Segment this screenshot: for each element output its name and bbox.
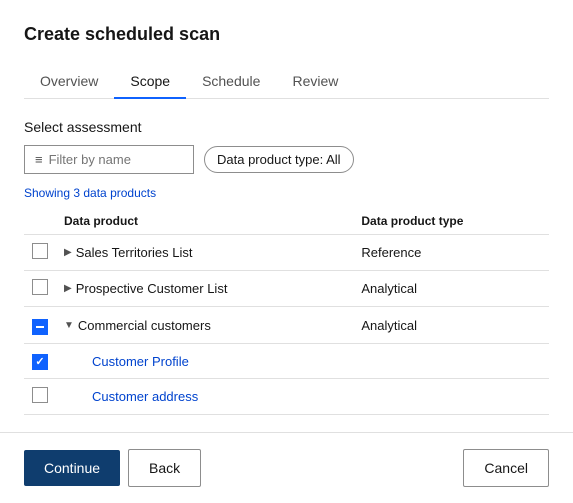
filter-icon: ≡ [35, 152, 43, 167]
data-product-type-button[interactable]: Data product type: All [204, 146, 354, 173]
row3-expander: ▼ Commercial customers [64, 318, 345, 333]
row2-type: Analytical [353, 271, 549, 307]
row3-checkbox-cell [24, 307, 56, 344]
page-container: Create scheduled scan Overview Scope Sch… [0, 0, 573, 503]
col-checkbox-header [24, 208, 56, 235]
row5-product-name-cell: Customer address [56, 378, 353, 414]
row3-product-name-cell: ▼ Commercial customers [56, 307, 353, 344]
row4-checkbox[interactable] [32, 354, 48, 370]
row2-chevron[interactable]: ▶ [64, 283, 72, 294]
tabs-nav: Overview Scope Schedule Review [24, 65, 549, 99]
cancel-button[interactable]: Cancel [463, 449, 549, 487]
tab-schedule[interactable]: Schedule [186, 65, 276, 99]
footer: Continue Back Cancel [0, 432, 573, 503]
row3-chevron[interactable]: ▼ [64, 320, 74, 331]
table-row: ▼ Commercial customers Analytical [24, 307, 549, 344]
row1-checkbox-cell [24, 235, 56, 271]
row3-type: Analytical [353, 307, 549, 344]
table-row: ▶ Prospective Customer List Analytical [24, 271, 549, 307]
row5-type [353, 378, 549, 414]
filter-row: ≡ Data product type: All [24, 145, 549, 174]
continue-button[interactable]: Continue [24, 450, 120, 486]
tab-review[interactable]: Review [276, 65, 354, 99]
row1-product-name-cell: ▶ Sales Territories List [56, 235, 353, 271]
row2-product-name: Prospective Customer List [76, 281, 228, 296]
row2-checkbox[interactable] [32, 279, 48, 295]
row5-checkbox[interactable] [32, 387, 48, 403]
row4-checkbox-cell [24, 344, 56, 379]
row2-product-name-cell: ▶ Prospective Customer List [56, 271, 353, 307]
row4-product-name-cell: Customer Profile [56, 344, 353, 379]
row1-product-name: Sales Territories List [76, 245, 193, 260]
row1-chevron[interactable]: ▶ [64, 247, 72, 258]
row4-product-name: Customer Profile [64, 354, 189, 369]
row4-type [353, 344, 549, 379]
col-product-header: Data product [56, 208, 353, 235]
row2-checkbox-cell [24, 271, 56, 307]
table-row: Customer address [24, 378, 549, 414]
page-title: Create scheduled scan [24, 24, 549, 45]
row5-product-name: Customer address [64, 389, 198, 404]
back-button[interactable]: Back [128, 449, 201, 487]
table-row: ▶ Sales Territories List Reference [24, 235, 549, 271]
filter-input-wrapper[interactable]: ≡ [24, 145, 194, 174]
row3-checkbox[interactable] [32, 319, 48, 335]
tab-scope[interactable]: Scope [114, 65, 186, 99]
row1-expander: ▶ Sales Territories List [64, 245, 345, 260]
main-content: Create scheduled scan Overview Scope Sch… [0, 0, 573, 432]
tab-overview[interactable]: Overview [24, 65, 114, 99]
row1-checkbox[interactable] [32, 243, 48, 259]
row3-product-name: Commercial customers [78, 318, 211, 333]
col-type-header: Data product type [353, 208, 549, 235]
showing-count: Showing 3 data products [24, 186, 549, 200]
table-row: Customer Profile [24, 344, 549, 379]
section-label: Select assessment [24, 119, 549, 135]
row5-checkbox-cell [24, 378, 56, 414]
data-products-table: Data product Data product type ▶ Sales T… [24, 208, 549, 415]
row1-type: Reference [353, 235, 549, 271]
row2-expander: ▶ Prospective Customer List [64, 281, 345, 296]
filter-by-name-input[interactable] [49, 152, 179, 167]
